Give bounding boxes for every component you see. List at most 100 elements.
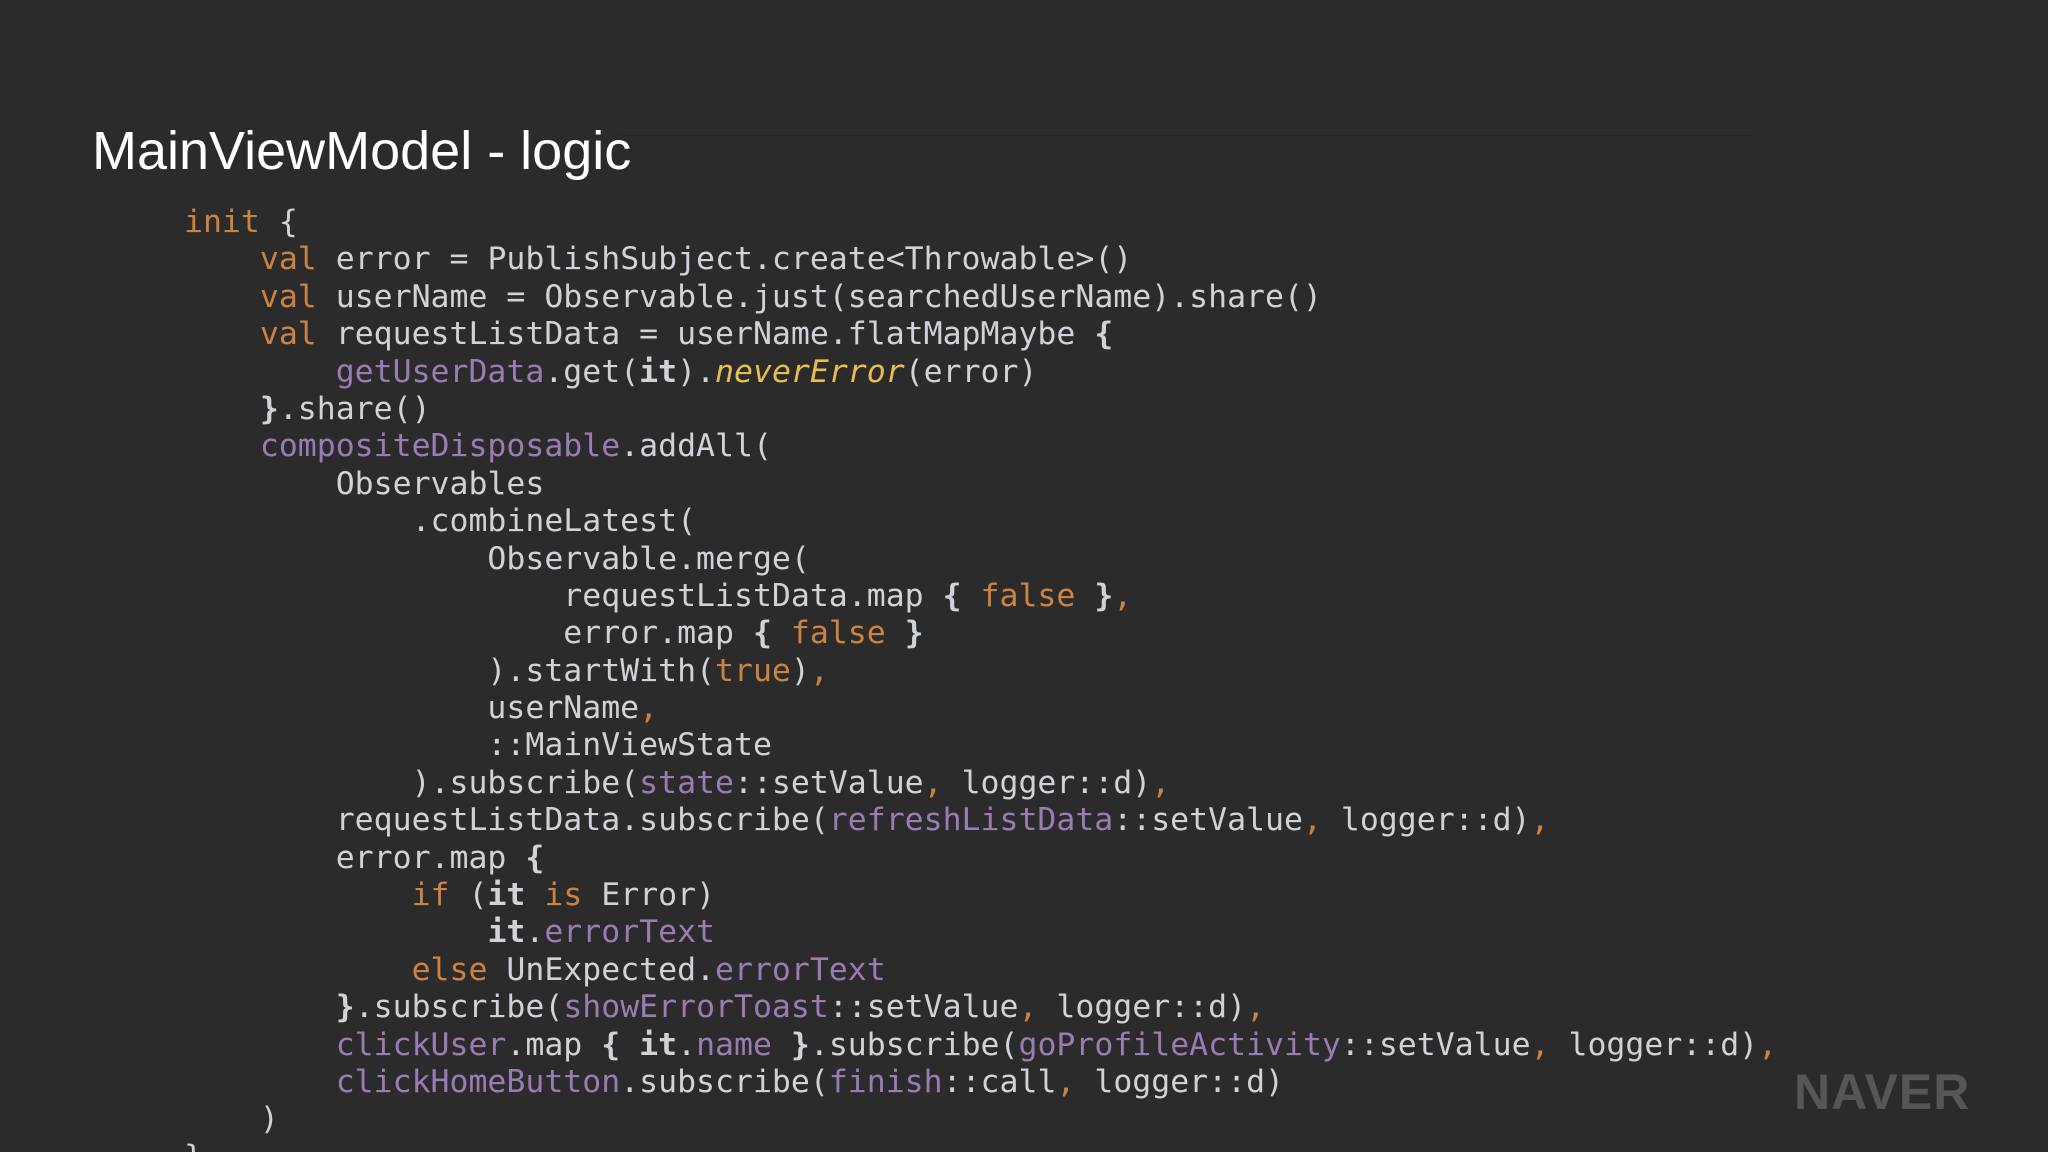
code-token: ::setValue — [828, 989, 1019, 1026]
code-token: val — [259, 241, 317, 278]
code-line: val error = PublishSubject.create<Throwa… — [184, 241, 1777, 278]
code-line: ) — [184, 1101, 1777, 1138]
code-token: ) — [184, 1101, 279, 1138]
code-token: , — [639, 690, 659, 727]
code-token: ). — [677, 353, 716, 390]
code-line: val requestListData = userName.flatMapMa… — [184, 316, 1777, 353]
code-token: logger::d) — [1549, 1026, 1759, 1063]
code-token: , — [1113, 577, 1133, 614]
code-line: clickUser.map { it.name }.subscribe(goPr… — [184, 1027, 1777, 1064]
code-token: goProfileActivity — [1018, 1026, 1341, 1063]
code-token: .addAll( — [620, 428, 772, 465]
code-token: , — [923, 764, 943, 801]
code-line: requestListData.subscribe(refreshListDat… — [184, 802, 1777, 839]
slide-title: MainViewModel - logic — [92, 121, 632, 181]
code-line: val userName = Observable.just(searchedU… — [184, 279, 1777, 316]
code-token: Observables — [184, 465, 545, 502]
code-line: ).subscribe(state::setValue, logger::d), — [184, 765, 1777, 802]
code-line: else UnExpected.errorText — [184, 952, 1777, 989]
code-token: it — [639, 1026, 678, 1063]
code-line: error.map { — [184, 840, 1777, 877]
code-token: , — [1302, 802, 1322, 839]
code-token: } — [904, 615, 924, 652]
code-token: ).subscribe( — [184, 764, 640, 801]
code-line: error.map { false } — [184, 615, 1777, 652]
code-token: false — [790, 615, 886, 652]
code-line: } — [184, 1139, 1777, 1152]
code-token: requestListData.subscribe( — [184, 802, 829, 839]
code-token: clickUser — [335, 1026, 507, 1063]
code-token: error = PublishSubject.create<Throwable>… — [316, 241, 1133, 278]
code-token: name — [696, 1026, 772, 1063]
code-token: false — [980, 577, 1076, 614]
code-block: init { val error = PublishSubject.create… — [184, 204, 1777, 1152]
code-token: state — [639, 764, 734, 801]
code-token: , — [1246, 989, 1266, 1026]
code-token: getUserData — [335, 353, 545, 390]
code-token: it — [487, 877, 526, 914]
code-token: .subscribe( — [620, 1063, 829, 1100]
code-token: Error) — [582, 877, 716, 914]
code-token: logger::d) — [1075, 1063, 1285, 1100]
code-token: { — [1094, 316, 1114, 353]
code-token: { — [752, 615, 772, 652]
code-token: showErrorToast — [563, 989, 829, 1026]
code-token: true — [715, 652, 791, 689]
code-token: { — [525, 839, 545, 876]
code-line: .combineLatest( — [184, 503, 1777, 540]
code-token: it — [487, 914, 526, 951]
code-token: neverError — [715, 353, 905, 390]
code-token: it — [639, 353, 678, 390]
code-line: init { — [184, 204, 1777, 241]
code-token: , — [1758, 1026, 1778, 1063]
code-token: ::MainViewState — [184, 727, 772, 764]
code-token: . — [677, 1026, 697, 1063]
code-token: val — [259, 316, 317, 353]
code-token: .combineLatest( — [184, 503, 697, 540]
code-line: Observables — [184, 466, 1777, 503]
code-token: .subscribe( — [809, 1026, 1019, 1063]
code-token: logger::d) — [1321, 802, 1531, 839]
code-token: , — [1018, 989, 1038, 1026]
code-token: requestListData.map — [184, 577, 943, 614]
code-token: logger::d) — [942, 764, 1152, 801]
code-token: error.map — [184, 839, 526, 876]
code-token: } — [335, 989, 355, 1026]
code-token: , — [1151, 764, 1171, 801]
code-token: UnExpected. — [487, 951, 716, 988]
code-line: Observable.merge( — [184, 541, 1777, 578]
code-token: ::setValue — [1113, 802, 1303, 839]
code-token: error.map — [184, 615, 753, 652]
title-divider-line — [620, 135, 1755, 136]
code-token: { — [601, 1026, 621, 1063]
code-token: ).startWith( — [184, 652, 716, 689]
code-line: getUserData.get(it).neverError(error) — [184, 354, 1777, 391]
code-line: }.share() — [184, 391, 1777, 428]
code-token: } — [184, 1139, 203, 1152]
code-token: ::setValue — [1340, 1026, 1531, 1063]
code-token: } — [259, 390, 279, 427]
code-token: val — [259, 278, 317, 315]
code-token: else — [411, 951, 488, 988]
code-line: it.errorText — [184, 914, 1777, 951]
code-line: ).startWith(true), — [184, 653, 1777, 690]
code-line: ::MainViewState — [184, 727, 1777, 764]
code-token: } — [790, 1026, 810, 1063]
code-line: }.subscribe(showErrorToast::setValue, lo… — [184, 989, 1777, 1026]
code-token: , — [1530, 802, 1550, 839]
code-token: { — [942, 577, 962, 614]
